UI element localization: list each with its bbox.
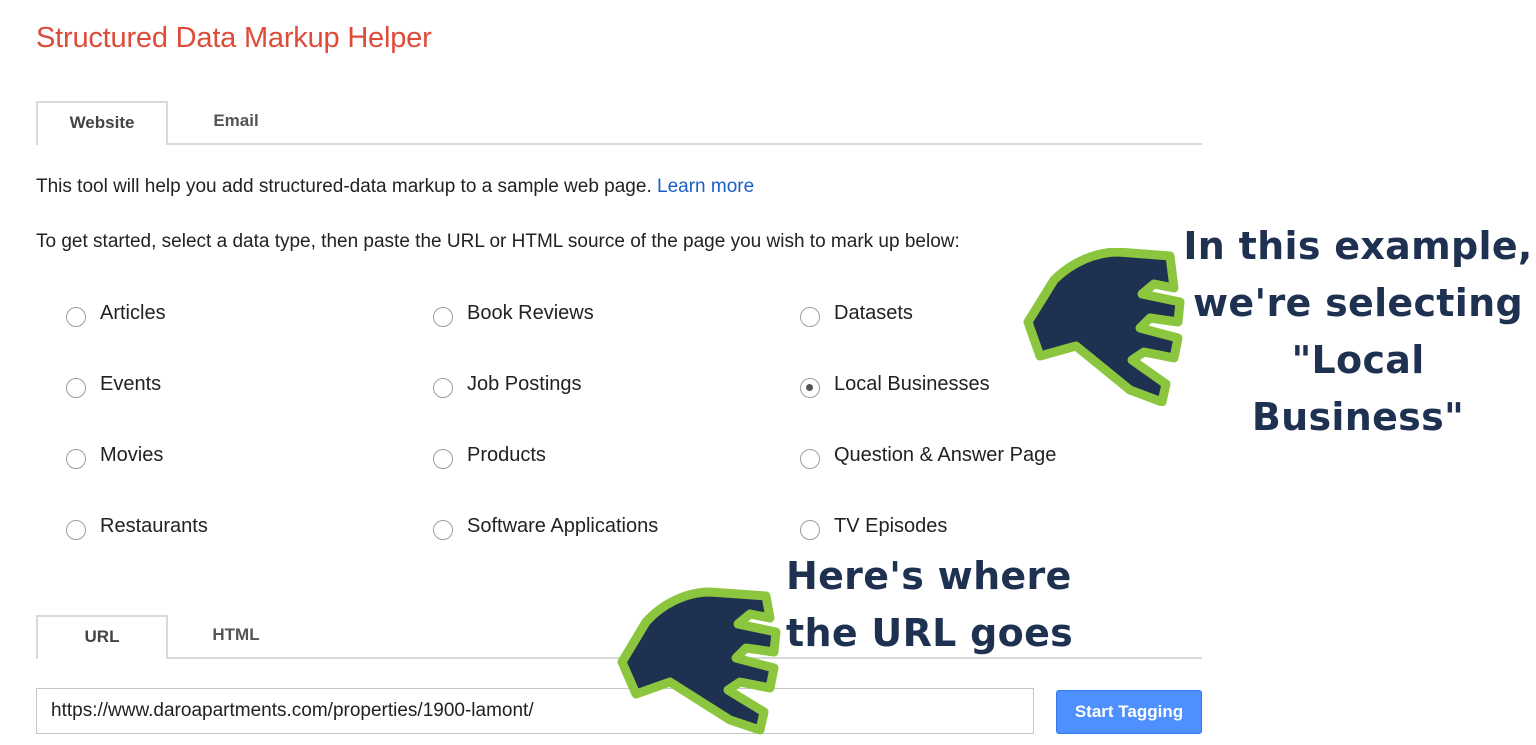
data-type-label: Job Postings [467, 372, 582, 395]
data-type-products[interactable]: Products [433, 440, 546, 470]
data-type-label: Events [100, 372, 162, 395]
data-type-events[interactable]: Events [66, 369, 161, 399]
tab-url[interactable]: URL [36, 615, 168, 659]
tab-html[interactable]: HTML [170, 615, 302, 657]
radio-book-reviews[interactable] [433, 307, 453, 327]
data-type-label: TV Episodes [834, 514, 948, 537]
radio-articles[interactable] [66, 307, 86, 327]
radio-restaurants[interactable] [66, 520, 86, 540]
intro-sentence: This tool will help you add structured-d… [36, 176, 652, 197]
data-type-local-businesses[interactable]: Local Businesses [800, 369, 990, 399]
radio-question-answer-page[interactable] [800, 449, 820, 469]
pointing-hand-icon [1023, 248, 1185, 406]
tab-email[interactable]: Email [170, 101, 302, 143]
callout-line: Here's where [786, 554, 1072, 598]
radio-tv-episodes[interactable] [800, 520, 820, 540]
data-type-articles[interactable]: Articles [66, 298, 166, 328]
radio-local-businesses[interactable] [800, 378, 820, 398]
start-tagging-button[interactable]: Start Tagging [1056, 690, 1202, 734]
tab-website[interactable]: Website [36, 101, 168, 145]
data-type-label: Book Reviews [467, 301, 594, 324]
source-tab-bar: Website Email [36, 101, 1202, 145]
url-input[interactable] [36, 688, 1034, 734]
radio-events[interactable] [66, 378, 86, 398]
data-type-restaurants[interactable]: Restaurants [66, 511, 208, 541]
callout-local-business: In this example, we're selecting "Local … [1180, 218, 1536, 446]
data-type-question-answer-page[interactable]: Question & Answer Page [800, 440, 1056, 470]
page-title: Structured Data Markup Helper [36, 22, 432, 54]
data-type-label: Products [467, 443, 546, 466]
radio-datasets[interactable] [800, 307, 820, 327]
data-type-label: Software Applications [467, 514, 659, 537]
radio-software-applications[interactable] [433, 520, 453, 540]
data-type-datasets[interactable]: Datasets [800, 298, 913, 328]
callout-url: Here's where the URL goes [786, 548, 1086, 662]
callout-line: we're selecting [1193, 281, 1523, 325]
radio-job-postings[interactable] [433, 378, 453, 398]
data-type-movies[interactable]: Movies [66, 440, 163, 470]
data-type-book-reviews[interactable]: Book Reviews [433, 298, 594, 328]
callout-line: In this example, [1183, 224, 1533, 268]
data-type-label: Local Businesses [834, 372, 990, 395]
instructions-text: To get started, select a data type, then… [36, 231, 960, 252]
data-type-label: Movies [100, 443, 164, 466]
learn-more-link[interactable]: Learn more [657, 176, 754, 197]
pointing-hand-icon [617, 587, 781, 735]
data-type-label: Restaurants [100, 514, 208, 537]
page: Structured Data Markup Helper Website Em… [0, 0, 1536, 745]
radio-products[interactable] [433, 449, 453, 469]
data-type-label: Datasets [834, 301, 913, 324]
data-type-software-applications[interactable]: Software Applications [433, 511, 658, 541]
callout-line: the URL goes [786, 611, 1074, 655]
data-type-label: Articles [100, 301, 166, 324]
data-type-label: Question & Answer Page [834, 443, 1057, 466]
data-type-tv-episodes[interactable]: TV Episodes [800, 511, 947, 541]
data-type-job-postings[interactable]: Job Postings [433, 369, 582, 399]
intro-text: This tool will help you add structured-d… [36, 176, 754, 198]
callout-line: "Local Business" [1251, 338, 1465, 439]
radio-movies[interactable] [66, 449, 86, 469]
